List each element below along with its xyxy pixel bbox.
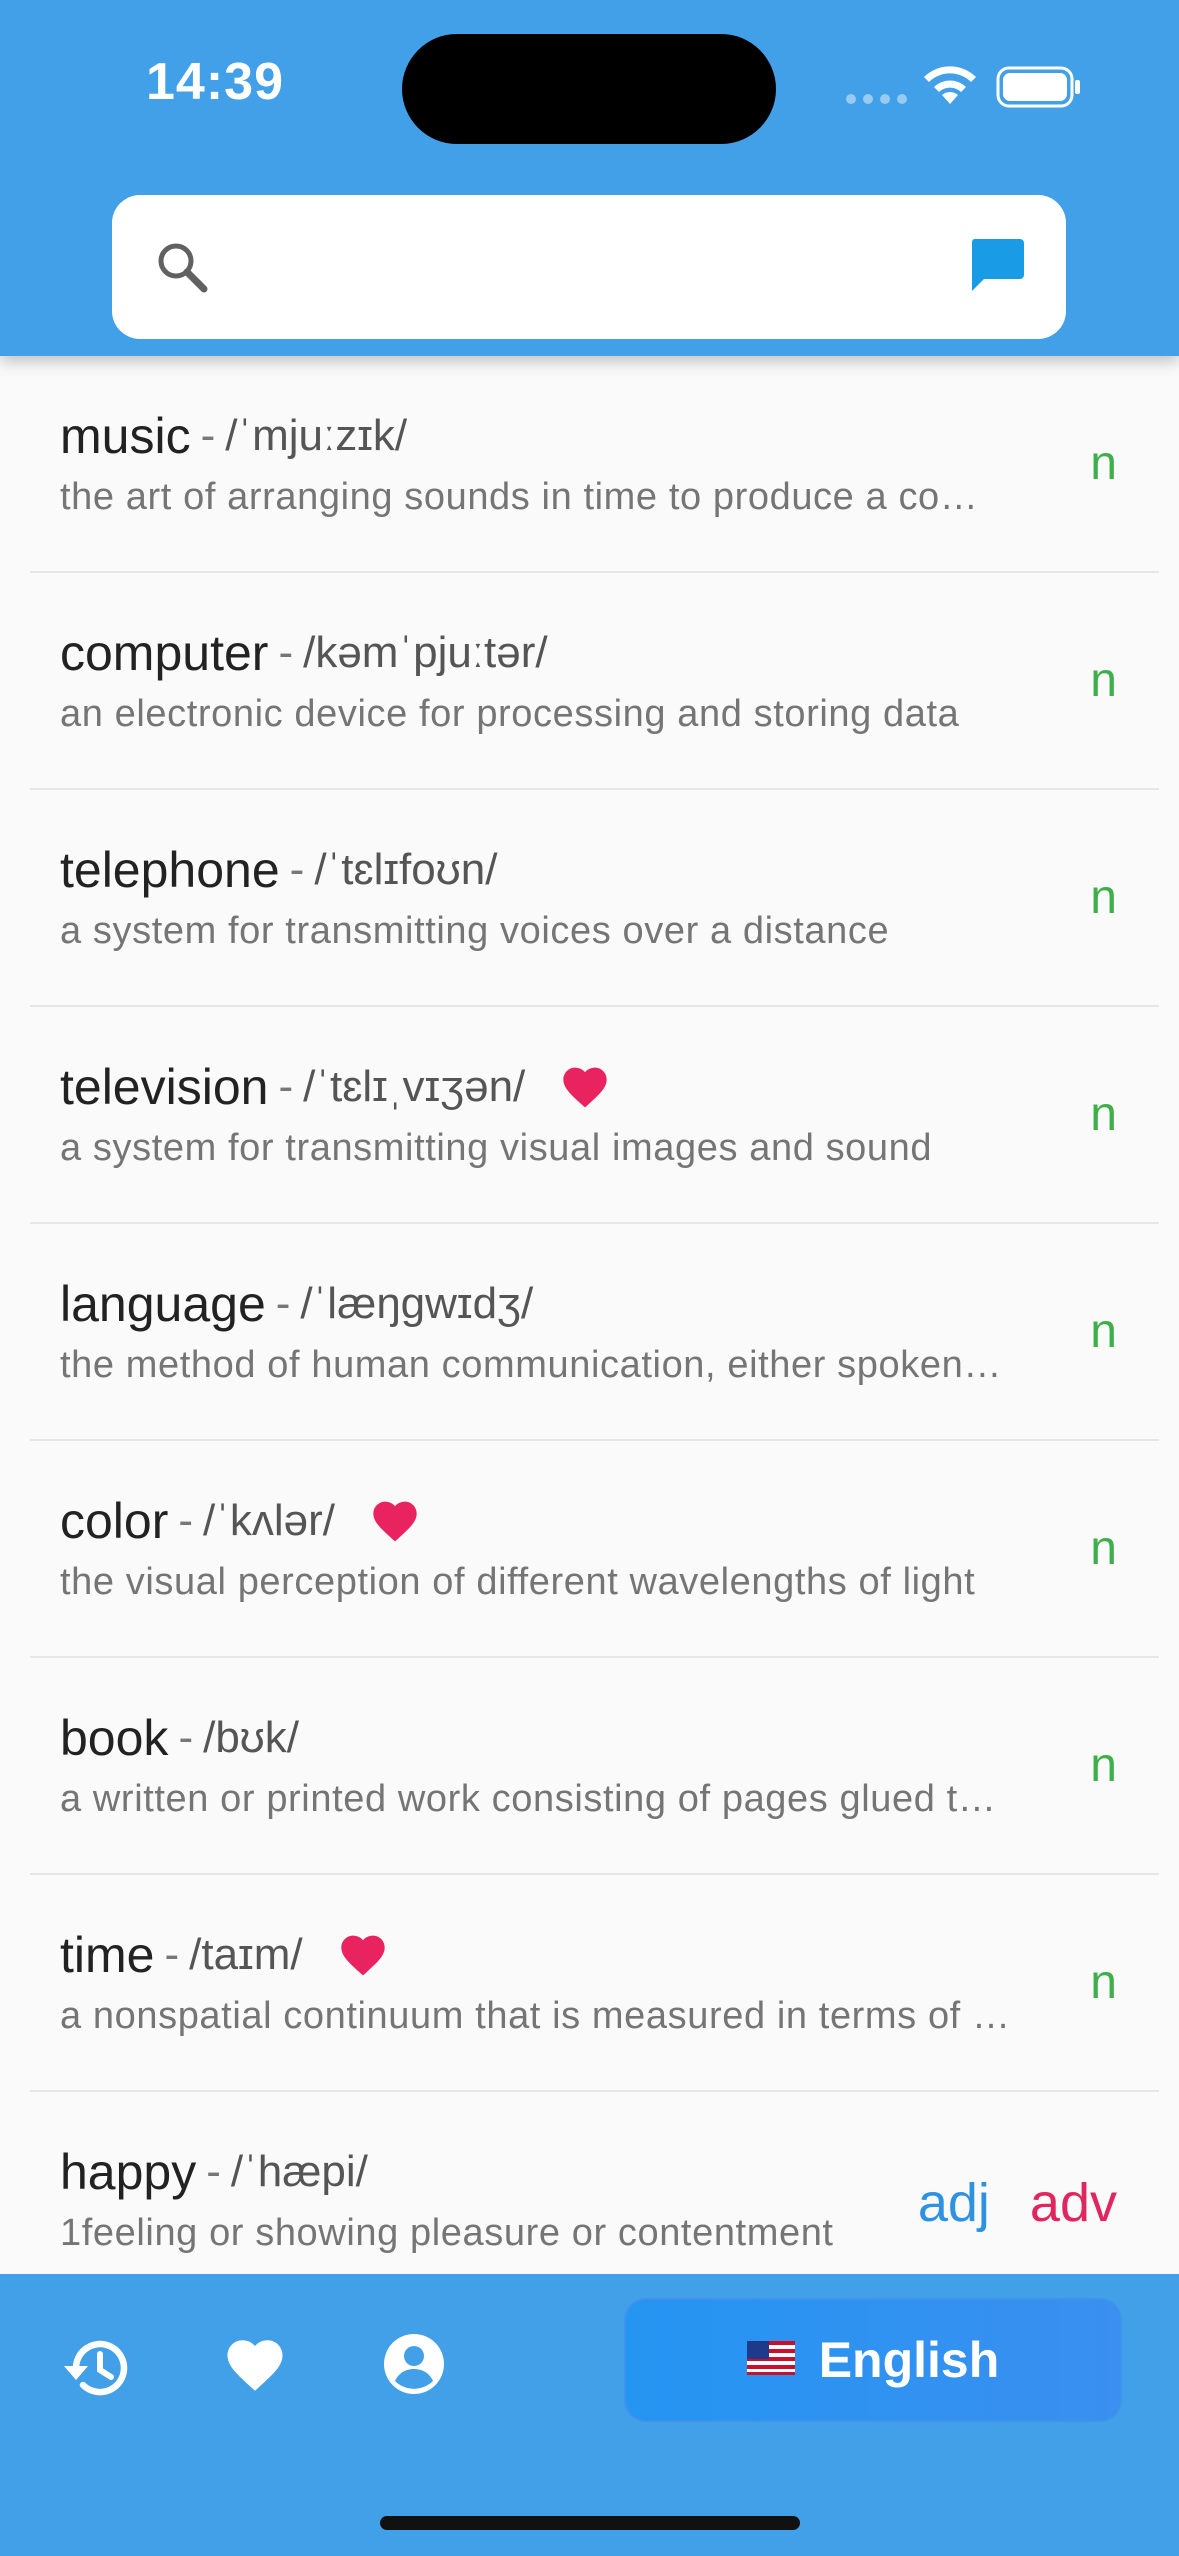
- favorite-heart-icon[interactable]: [337, 1929, 389, 1982]
- part-of-speech-badge: n: [1090, 1088, 1117, 1141]
- word-row-happy[interactable]: happy -/ˈhæpi/1feeling or showing pleasur…: [0, 2092, 1179, 2274]
- word-list: music -/ˈmjuːzɪk/the art of arranging sou…: [0, 356, 1179, 2274]
- chat-bubble-icon[interactable]: [966, 235, 1028, 297]
- word-content: color -/ˈkʌlər/the visual perception of d…: [60, 1489, 1119, 1604]
- word-title-line: music -/ˈmjuːzɪk/: [60, 404, 1119, 468]
- search-icon: [158, 243, 208, 293]
- favorites-heart-icon[interactable]: [222, 2332, 288, 2398]
- word-separator: -: [164, 1930, 180, 1979]
- cellular-signal-icon: [846, 94, 907, 104]
- word-content: telephone -/ˈtɛlɪfoʊn/a system for transm…: [60, 838, 1119, 953]
- word-row-television[interactable]: television -/ˈtɛlɪˌvɪʒən/a system for tra…: [0, 1007, 1179, 1224]
- word-row-computer[interactable]: computer -/kəmˈpjuːtər/an electronic devi…: [0, 573, 1179, 790]
- pronunciation: /ˈlæŋgwɪdʒ/: [300, 1279, 534, 1328]
- language-selector-button[interactable]: English: [624, 2298, 1122, 2422]
- favorite-heart-icon[interactable]: [369, 1495, 421, 1548]
- word-definition: the visual perception of different wavel…: [60, 1561, 976, 1603]
- word-text: telephone: [60, 842, 280, 898]
- part-of-speech-badge: n: [1090, 1739, 1117, 1792]
- account-icon[interactable]: [382, 2332, 446, 2396]
- word-definition: a nonspatial continuum that is measured …: [60, 1995, 1010, 2037]
- search-bar[interactable]: [112, 195, 1066, 339]
- bottom-bar: English: [0, 2274, 1179, 2556]
- word-content: computer -/kəmˈpjuːtər/an electronic devi…: [60, 621, 1119, 736]
- word-separator: -: [278, 628, 294, 677]
- word-separator: -: [289, 845, 305, 894]
- part-of-speech-badge: n: [1090, 1522, 1117, 1575]
- word-text: color: [60, 1493, 169, 1549]
- part-of-speech-badge: n: [1090, 1305, 1117, 1358]
- pronunciation: /ˈtɛlɪˌvɪʒən/: [303, 1062, 526, 1111]
- word-separator: -: [200, 411, 216, 460]
- status-time: 14:39: [146, 53, 284, 111]
- wifi-icon: [924, 66, 976, 104]
- word-definition: 1feeling or showing pleasure or contentm…: [60, 2212, 834, 2254]
- history-icon[interactable]: [62, 2332, 134, 2404]
- word-title-line: computer -/kəmˈpjuːtər/: [60, 621, 1119, 685]
- word-definition: a system for transmitting visual images …: [60, 1127, 933, 1169]
- word-row-language[interactable]: language -/ˈlæŋgwɪdʒ/the method of human …: [0, 1224, 1179, 1441]
- language-label: English: [818, 2332, 1000, 2388]
- word-row-time[interactable]: time -/taɪm/a nonspatial continuum that i…: [0, 1875, 1179, 2092]
- part-of-speech-badge: adv: [1029, 2173, 1117, 2233]
- word-row-telephone[interactable]: telephone -/ˈtɛlɪfoʊn/a system for transm…: [0, 790, 1179, 1007]
- favorite-heart-icon[interactable]: [559, 1061, 611, 1114]
- part-of-speech-group: adj adv: [918, 2172, 1117, 2234]
- word-content: book -/bʊk/a written or printed work cons…: [60, 1706, 1119, 1821]
- word-definition: an electronic device for processing and …: [60, 693, 960, 735]
- word-content: music -/ˈmjuːzɪk/the art of arranging sou…: [60, 404, 1119, 519]
- word-text: computer: [60, 625, 269, 681]
- pronunciation: /ˈhæpi/: [230, 2147, 368, 2196]
- word-content: language -/ˈlæŋgwɪdʒ/the method of human …: [60, 1272, 1119, 1387]
- search-input[interactable]: [242, 225, 946, 311]
- pronunciation: /ˈmjuːzɪk/: [225, 411, 408, 460]
- pronunciation: /ˈtɛlɪfoʊn/: [314, 845, 498, 894]
- word-title-line: book -/bʊk/: [60, 1706, 1119, 1770]
- pronunciation: /taɪm/: [189, 1930, 303, 1979]
- word-text: book: [60, 1710, 169, 1766]
- word-row-music[interactable]: music -/ˈmjuːzɪk/the art of arranging sou…: [0, 356, 1179, 573]
- word-separator: -: [278, 1062, 294, 1111]
- word-separator: -: [178, 1496, 194, 1545]
- word-definition: a written or printed work consisting of …: [60, 1778, 1010, 1820]
- word-text: music: [60, 408, 191, 464]
- dynamic-island: [402, 34, 776, 144]
- word-title-line: language -/ˈlæŋgwɪdʒ/: [60, 1272, 1119, 1336]
- home-indicator: [380, 2516, 800, 2530]
- word-definition: the method of human communication, eithe…: [60, 1344, 1010, 1386]
- word-separator: -: [206, 2147, 221, 2196]
- part-of-speech-badge: n: [1090, 437, 1117, 490]
- battery-icon: [996, 66, 1080, 108]
- word-content: time -/taɪm/a nonspatial continuum that i…: [60, 1923, 1119, 2038]
- word-title-line: television -/ˈtɛlɪˌvɪʒən/: [60, 1055, 1119, 1119]
- word-row-color[interactable]: color -/ˈkʌlər/the visual perception of d…: [0, 1441, 1179, 1658]
- part-of-speech-badge: n: [1090, 1956, 1117, 2009]
- word-definition: a system for transmitting voices over a …: [60, 910, 890, 952]
- word-title-line: color -/ˈkʌlər/: [60, 1489, 1119, 1553]
- word-title-line: time -/taɪm/: [60, 1923, 1119, 1987]
- pronunciation: /bʊk/: [203, 1713, 300, 1762]
- part-of-speech-badge: n: [1090, 871, 1117, 924]
- word-text: happy: [60, 2144, 197, 2200]
- word-separator: -: [275, 1279, 291, 1328]
- pronunciation: /kəmˈpjuːtər/: [303, 628, 548, 677]
- word-text: time: [60, 1927, 155, 1983]
- word-row-book[interactable]: book -/bʊk/a written or printed work cons…: [0, 1658, 1179, 1875]
- word-definition: the art of arranging sounds in time to p…: [60, 476, 1010, 518]
- word-text: television: [60, 1059, 269, 1115]
- word-content: television -/ˈtɛlɪˌvɪʒən/a system for tra…: [60, 1055, 1119, 1170]
- part-of-speech-badge: adj: [917, 2173, 990, 2233]
- word-text: language: [60, 1276, 266, 1332]
- part-of-speech-badge: n: [1090, 654, 1117, 707]
- app-header: 14:39: [0, 0, 1179, 356]
- word-separator: -: [178, 1713, 194, 1762]
- word-title-line: telephone -/ˈtɛlɪfoʊn/: [60, 838, 1119, 902]
- us-flag-icon: [746, 2340, 795, 2380]
- pronunciation: /ˈkʌlər/: [203, 1496, 336, 1545]
